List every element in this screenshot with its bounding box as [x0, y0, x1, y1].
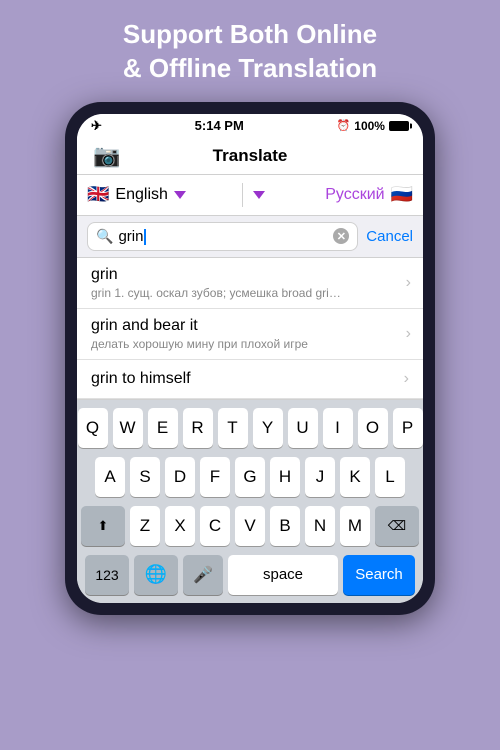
key-K[interactable]: K — [340, 457, 370, 497]
key-N[interactable]: N — [305, 506, 335, 546]
key-E[interactable]: E — [148, 408, 178, 448]
numbers-key[interactable]: 123 — [85, 555, 129, 595]
clear-button[interactable]: ✕ — [333, 228, 349, 244]
key-C[interactable]: C — [200, 506, 230, 546]
key-Y[interactable]: Y — [253, 408, 283, 448]
banner-line1: Support Both Online — [20, 18, 480, 52]
key-J[interactable]: J — [305, 457, 335, 497]
search-query[interactable]: grin — [118, 228, 328, 245]
status-left: ✈ — [91, 118, 102, 134]
search-input-wrap[interactable]: 🔍 grin ✕ — [87, 222, 358, 251]
result-word: grin to himself — [91, 370, 191, 388]
result-def: делать хорошую мину при плохой игре — [91, 337, 409, 351]
result-item[interactable]: grin to himself › — [77, 360, 423, 399]
key-G[interactable]: G — [235, 457, 265, 497]
key-O[interactable]: O — [358, 408, 388, 448]
result-item[interactable]: grin grin 1. сущ. оскал зубов; усмешка b… — [77, 258, 423, 309]
search-icon: 🔍 — [96, 228, 113, 245]
globe-key[interactable]: 🌐 — [134, 555, 178, 595]
lang-divider — [242, 183, 243, 207]
language-row: 🇬🇧 English Русский 🇷🇺 — [77, 175, 423, 216]
lang-right-dropdown[interactable] — [253, 191, 265, 199]
status-time: 5:14 PM — [195, 118, 244, 133]
key-B[interactable]: B — [270, 506, 300, 546]
status-bar: ✈ 5:14 PM ⏰ 100% — [77, 114, 423, 138]
key-V[interactable]: V — [235, 506, 265, 546]
flag-english: 🇬🇧 — [87, 184, 109, 205]
lang-right[interactable]: Русский 🇷🇺 — [269, 184, 414, 205]
result-word: grin and bear it — [91, 317, 409, 335]
camera-icon[interactable]: 📷 — [93, 143, 120, 169]
phone-screen: ✈ 5:14 PM ⏰ 100% 📷 Translate 🇬🇧 English — [77, 114, 423, 603]
nav-bar: 📷 Translate — [77, 138, 423, 175]
status-right: ⏰ 100% — [337, 119, 409, 133]
lang-left-dropdown[interactable] — [174, 191, 186, 199]
nav-title: Translate — [213, 146, 288, 166]
key-S[interactable]: S — [130, 457, 160, 497]
lang-english-label: English — [115, 186, 167, 204]
key-W[interactable]: W — [113, 408, 143, 448]
space-key[interactable]: space — [228, 555, 338, 595]
result-item[interactable]: grin and bear it делать хорошую мину при… — [77, 309, 423, 360]
key-L[interactable]: L — [375, 457, 405, 497]
key-P[interactable]: P — [393, 408, 423, 448]
keyboard: Q W E R T Y U I O P A S D F G H J K — [77, 400, 423, 603]
banner: Support Both Online & Offline Translatio… — [0, 0, 500, 102]
alarm-icon: ⏰ — [337, 119, 351, 132]
key-I[interactable]: I — [323, 408, 353, 448]
shift-key[interactable]: ⬆ — [81, 506, 125, 546]
key-D[interactable]: D — [165, 457, 195, 497]
airplane-icon: ✈ — [91, 118, 102, 134]
result-def: grin 1. сущ. оскал зубов; усмешка broad … — [91, 286, 409, 300]
key-R[interactable]: R — [183, 408, 213, 448]
phone-frame: ✈ 5:14 PM ⏰ 100% 📷 Translate 🇬🇧 English — [65, 102, 435, 615]
results-list: grin grin 1. сущ. оскал зубов; усмешка b… — [77, 258, 423, 400]
chevron-right-icon: › — [404, 370, 409, 388]
search-key[interactable]: Search — [343, 555, 415, 595]
keyboard-row-1: Q W E R T Y U I O P — [81, 408, 419, 448]
keyboard-row-3: ⬆ Z X C V B N M ⌫ — [81, 506, 419, 546]
cancel-button[interactable]: Cancel — [366, 228, 413, 245]
delete-key[interactable]: ⌫ — [375, 506, 419, 546]
key-Z[interactable]: Z — [130, 506, 160, 546]
key-H[interactable]: H — [270, 457, 300, 497]
chevron-right-icon: › — [406, 274, 411, 292]
key-Q[interactable]: Q — [78, 408, 108, 448]
battery-icon — [389, 121, 409, 131]
battery-pct: 100% — [354, 119, 385, 133]
text-cursor — [144, 229, 146, 245]
chevron-right-icon: › — [406, 325, 411, 343]
lang-left[interactable]: 🇬🇧 English — [87, 184, 232, 205]
key-F[interactable]: F — [200, 457, 230, 497]
mic-key[interactable]: 🎤 — [183, 555, 223, 595]
flag-russian: 🇷🇺 — [391, 184, 413, 205]
banner-line2: & Offline Translation — [20, 52, 480, 86]
keyboard-row-2: A S D F G H J K L — [81, 457, 419, 497]
key-X[interactable]: X — [165, 506, 195, 546]
search-bar-row: 🔍 grin ✕ Cancel — [77, 216, 423, 258]
result-word: grin — [91, 266, 409, 284]
key-U[interactable]: U — [288, 408, 318, 448]
keyboard-bottom-row: 123 🌐 🎤 space Search — [81, 555, 419, 595]
key-A[interactable]: A — [95, 457, 125, 497]
key-M[interactable]: M — [340, 506, 370, 546]
key-T[interactable]: T — [218, 408, 248, 448]
lang-russian-label: Русский — [325, 186, 384, 204]
